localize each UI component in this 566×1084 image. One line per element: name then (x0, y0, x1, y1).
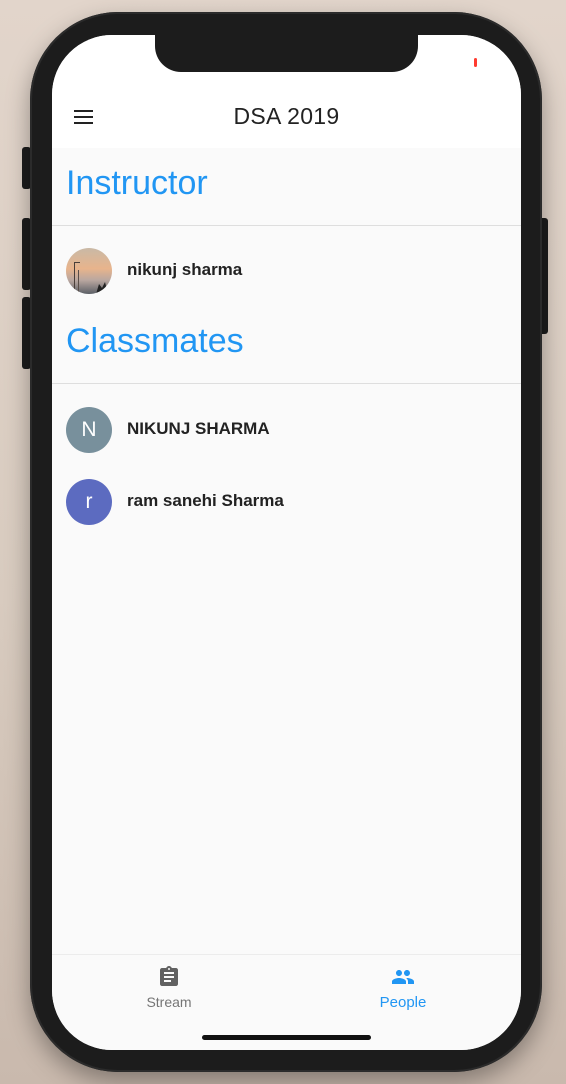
nav-tab-stream[interactable]: Stream (109, 965, 229, 1021)
classmates-divider (52, 383, 521, 384)
classmate-row[interactable]: r ram sanehi Sharma (52, 475, 521, 529)
assignment-clipboard-icon (160, 966, 178, 986)
classmate-name: NIKUNJ SHARMA (127, 419, 270, 438)
instructor-divider (52, 225, 521, 226)
notch (155, 35, 418, 72)
instructor-row[interactable]: nikunj sharma (52, 244, 521, 298)
nav-label-stream: Stream (146, 994, 192, 1010)
nav-tab-people[interactable]: People (343, 965, 463, 1021)
instructor-name: nikunj sharma (127, 260, 243, 279)
page-title: DSA 2019 (233, 103, 340, 129)
classmates-section-header: Classmates (66, 322, 244, 360)
app-screen: DSA 2019 Instructor nikunj sharma Classm… (52, 35, 521, 1050)
classmate-avatar: r (66, 479, 112, 525)
instructor-section-header: Instructor (66, 164, 208, 202)
classmate-name: ram sanehi Sharma (127, 491, 284, 510)
people-icon (392, 970, 414, 984)
recording-indicator (474, 58, 477, 67)
home-indicator (202, 1035, 371, 1040)
sunset-photo-icon (66, 248, 112, 294)
nav-label-people: People (379, 994, 427, 1011)
instructor-avatar-photo (66, 248, 112, 294)
classmate-row[interactable]: N NIKUNJ SHARMA (52, 403, 521, 457)
classmate-avatar: N (66, 407, 112, 453)
